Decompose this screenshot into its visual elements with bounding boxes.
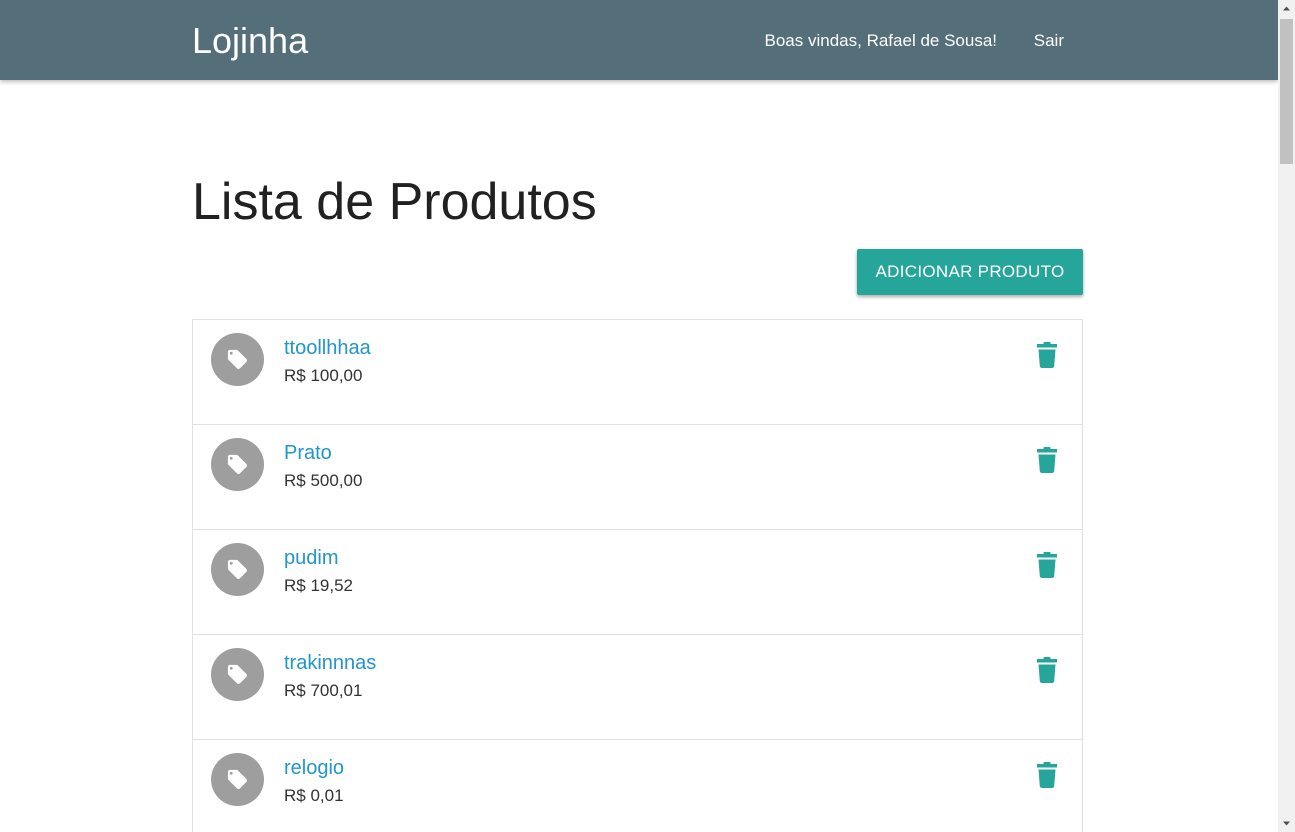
product-name[interactable]: pudim xyxy=(284,546,338,570)
page-title: Lista de Produtos xyxy=(192,173,597,231)
delete-button[interactable] xyxy=(1036,342,1058,368)
product-avatar xyxy=(211,753,264,806)
tag-icon xyxy=(227,664,248,685)
product-avatar xyxy=(211,543,264,596)
product-name[interactable]: ttoollhhaa xyxy=(284,336,371,360)
product-price: R$ 100,00 xyxy=(284,366,363,385)
delete-button[interactable] xyxy=(1036,657,1058,683)
delete-button[interactable] xyxy=(1036,447,1058,473)
trash-icon xyxy=(1037,552,1057,578)
list-item: ttoollhhaa R$ 100,00 xyxy=(193,320,1082,425)
tag-icon xyxy=(227,769,248,790)
navbar: Lojinha Boas vindas, Rafael de Sousa! Sa… xyxy=(0,0,1278,80)
product-avatar xyxy=(211,648,264,701)
logout-link[interactable]: Sair xyxy=(1034,30,1064,52)
product-list: ttoollhhaa R$ 100,00 Prato R$ 500,00 pud… xyxy=(192,319,1083,832)
product-name[interactable]: Prato xyxy=(284,441,332,465)
list-item: trakinnnas R$ 700,01 xyxy=(193,635,1082,740)
brand-logo[interactable]: Lojinha xyxy=(192,20,308,62)
add-product-button[interactable]: ADICIONAR PRODUTO xyxy=(857,249,1083,295)
trash-icon xyxy=(1037,657,1057,683)
product-price: R$ 0,01 xyxy=(284,786,344,805)
delete-button[interactable] xyxy=(1036,552,1058,578)
trash-icon xyxy=(1037,762,1057,788)
tag-icon xyxy=(227,559,248,580)
scrollbar-thumb[interactable] xyxy=(1280,19,1293,164)
tag-icon xyxy=(227,454,248,475)
scroll-down-arrow-icon[interactable] xyxy=(1278,815,1295,832)
product-name[interactable]: relogio xyxy=(284,756,344,780)
product-price: R$ 500,00 xyxy=(284,471,363,490)
product-name[interactable]: trakinnnas xyxy=(284,651,376,675)
product-avatar xyxy=(211,438,264,491)
trash-icon xyxy=(1037,447,1057,473)
tag-icon xyxy=(227,349,248,370)
list-item: Prato R$ 500,00 xyxy=(193,425,1082,530)
list-item: relogio R$ 0,01 xyxy=(193,740,1082,832)
product-price: R$ 19,52 xyxy=(284,576,353,595)
vertical-scrollbar[interactable] xyxy=(1278,0,1295,832)
list-item: pudim R$ 19,52 xyxy=(193,530,1082,635)
welcome-message: Boas vindas, Rafael de Sousa! xyxy=(764,31,997,50)
product-avatar xyxy=(211,333,264,386)
page: Lojinha Boas vindas, Rafael de Sousa! Sa… xyxy=(0,0,1278,832)
trash-icon xyxy=(1037,342,1057,368)
product-price: R$ 700,01 xyxy=(284,681,363,700)
scroll-up-arrow-icon[interactable] xyxy=(1278,0,1295,17)
delete-button[interactable] xyxy=(1036,762,1058,788)
